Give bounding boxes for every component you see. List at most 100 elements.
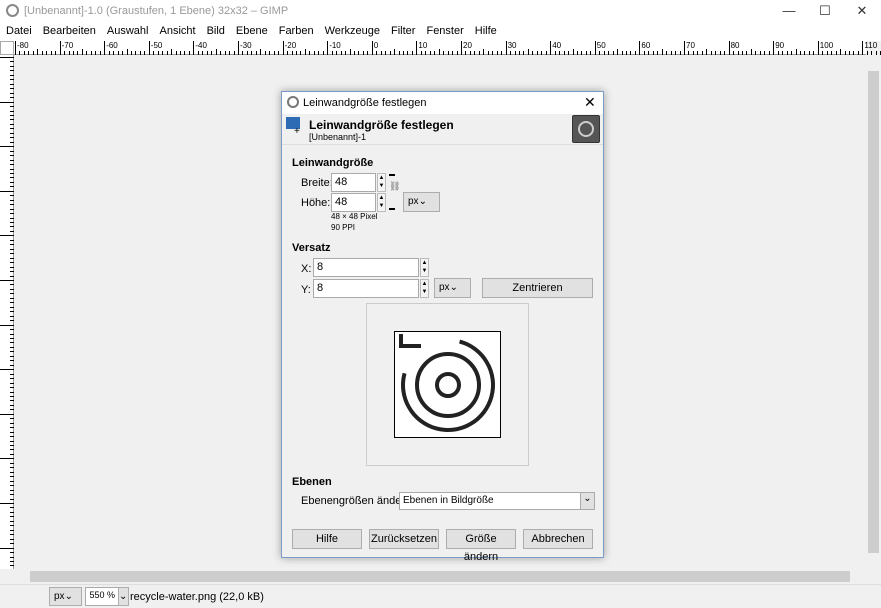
unit-select[interactable]: px⌄ (49, 587, 82, 606)
ruler-tick (109, 51, 110, 55)
ruler-tick (10, 449, 14, 450)
image-preview[interactable] (394, 331, 501, 438)
ruler-tick (590, 51, 591, 55)
ruler-tick (10, 360, 14, 361)
ruler-label: -50 (149, 41, 163, 55)
ruler-tick (10, 499, 14, 500)
vertical-ruler[interactable] (0, 55, 14, 569)
ruler-tick (131, 51, 132, 55)
y-offset-spinner[interactable]: ▲▼ (420, 279, 429, 298)
ruler-tick (0, 503, 14, 504)
menu-auswahl[interactable]: Auswahl (101, 23, 154, 41)
scroll-thumb[interactable] (868, 71, 879, 553)
ruler-tick (256, 51, 257, 55)
ruler-tick (10, 142, 14, 143)
ruler-tick (10, 356, 14, 357)
scroll-thumb[interactable] (30, 571, 850, 582)
y-label: Y: (301, 284, 311, 296)
ruler-tick (269, 51, 270, 55)
quick-mask-toggle[interactable] (0, 41, 14, 55)
ruler-tick (702, 51, 703, 55)
menu-farben[interactable]: Farben (273, 23, 319, 41)
ruler-tick (675, 51, 676, 55)
ruler-tick (599, 51, 600, 55)
menu-werkzeuge[interactable]: Werkzeuge (319, 23, 385, 41)
ruler-tick (680, 51, 681, 55)
ruler-tick (532, 51, 533, 55)
ruler-tick (10, 222, 14, 223)
menu-fenster[interactable]: Fenster (420, 23, 468, 41)
menu-bild[interactable]: Bild (201, 23, 230, 41)
maximize-button[interactable]: ☐ (808, 0, 842, 23)
ruler-tick (202, 51, 203, 55)
close-button[interactable]: ✕ (845, 0, 879, 23)
ruler-tick (10, 400, 14, 401)
menu-ansicht[interactable]: Ansicht (153, 23, 200, 41)
window-title: [Unbenannt]-1.0 (Graustufen, 1 Ebene) 32… (24, 5, 288, 17)
vertical-scrollbar[interactable] (866, 55, 881, 569)
width-label: Breite: (301, 177, 333, 189)
unit-value: px (408, 196, 419, 207)
ruler-tick (608, 51, 609, 55)
ruler-tick (648, 51, 649, 55)
height-spinner[interactable]: ▲▼ (377, 193, 386, 212)
ruler-tick (64, 51, 65, 55)
minimize-button[interactable]: — (772, 0, 806, 23)
ruler-tick (831, 51, 832, 55)
menu-hilfe[interactable]: Hilfe (469, 23, 502, 41)
center-button[interactable]: Zentrieren (482, 278, 593, 298)
ruler-tick (10, 557, 14, 558)
width-input[interactable]: 48 (331, 173, 376, 192)
offset-preview[interactable] (366, 303, 529, 466)
horizontal-scrollbar[interactable] (14, 569, 866, 584)
menu-bearbeiten[interactable]: Bearbeiten (37, 23, 101, 41)
zoom-dropdown[interactable]: ⌄ (118, 587, 129, 606)
ruler-tick (10, 427, 14, 428)
ruler-tick (407, 51, 408, 55)
ruler-label: -70 (60, 41, 74, 55)
ruler-tick (10, 338, 14, 339)
ruler-tick (184, 51, 185, 55)
x-offset-input[interactable]: 8 (313, 258, 419, 277)
ruler-tick (10, 320, 14, 321)
ruler-tick (10, 552, 14, 553)
ruler-tick (296, 51, 297, 55)
menu-ebene[interactable]: Ebene (230, 23, 273, 41)
ruler-tick (10, 507, 14, 508)
menu-datei[interactable]: Datei (0, 23, 37, 41)
dialog-close-button[interactable]: ✕ (584, 94, 596, 111)
ruler-tick (10, 302, 14, 303)
ruler-tick (10, 347, 14, 348)
ruler-tick (746, 51, 747, 55)
x-offset-spinner[interactable]: ▲▼ (420, 258, 429, 277)
ruler-tick (399, 51, 400, 55)
ruler-tick (559, 51, 560, 55)
chain-link-icon[interactable]: ⛓ (389, 174, 395, 210)
ruler-tick (341, 51, 342, 55)
ruler-tick (10, 169, 14, 170)
y-offset-input[interactable]: 8 (313, 279, 419, 298)
offset-unit-select[interactable]: px⌄ (434, 278, 471, 298)
ruler-tick (225, 51, 226, 55)
help-button[interactable]: Hilfe (292, 529, 362, 549)
reset-button[interactable]: Zurücksetzen (369, 529, 439, 549)
menu-filter[interactable]: Filter (385, 23, 420, 41)
ruler-tick (10, 374, 14, 375)
cancel-button[interactable]: Abbrechen (523, 529, 593, 549)
ruler-tick (528, 49, 529, 55)
height-input[interactable]: 48 (331, 193, 376, 212)
ruler-tick (144, 51, 145, 55)
ruler-tick (10, 516, 14, 517)
ruler-tick (787, 51, 788, 55)
ruler-tick (653, 51, 654, 55)
ruler-tick (465, 51, 466, 55)
horizontal-ruler[interactable]: -80-70-60-50-40-30-20-100102030405060708… (14, 41, 866, 55)
zoom-input[interactable]: 550 % (85, 587, 119, 606)
unit-select[interactable]: px⌄ (403, 192, 440, 212)
ruler-tick (849, 51, 850, 55)
ruler-tick (693, 51, 694, 55)
ruler-tick (10, 342, 14, 343)
resize-layers-select[interactable]: Ebenen in Bildgröße⌄ (399, 492, 595, 510)
resize-button[interactable]: Größe ändern (446, 529, 516, 549)
width-spinner[interactable]: ▲▼ (377, 173, 386, 192)
